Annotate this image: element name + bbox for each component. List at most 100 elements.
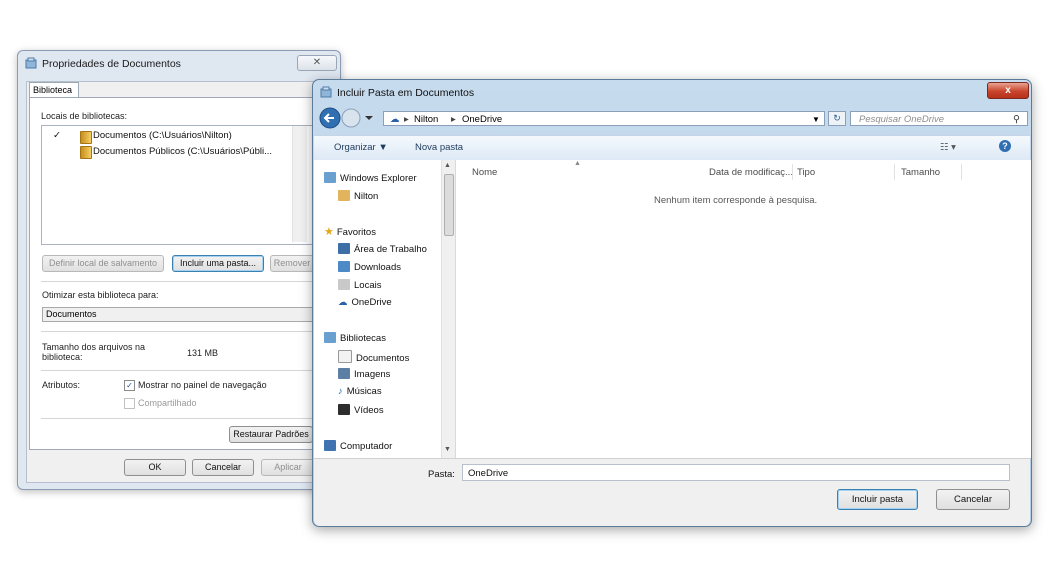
- computer-icon: [324, 440, 336, 451]
- location-item[interactable]: Documentos (C:\Usuários\Nilton): [93, 130, 232, 141]
- column-header-name[interactable]: Nome: [472, 167, 497, 178]
- locations-scrollbar[interactable]: [292, 126, 307, 242]
- star-icon: ★: [324, 226, 334, 238]
- nav-item-images[interactable]: Imagens: [338, 368, 390, 380]
- set-save-location-button[interactable]: Definir local de salvamento: [42, 255, 164, 272]
- cancel-button[interactable]: Cancelar: [936, 489, 1010, 510]
- location-item[interactable]: Documentos Públicos (C:\Usuários\Públi..…: [93, 146, 272, 157]
- breadcrumb-item[interactable]: Nilton: [414, 112, 438, 127]
- new-folder-button[interactable]: Nova pasta: [415, 142, 463, 153]
- nav-item-libraries[interactable]: Bibliotecas: [324, 332, 386, 344]
- forward-button[interactable]: [342, 108, 361, 128]
- optimize-select[interactable]: Documentos: [42, 307, 314, 322]
- downloads-icon: [338, 261, 350, 272]
- column-header-size[interactable]: Tamanho: [901, 167, 940, 178]
- nav-label: Computador: [340, 441, 393, 452]
- folder-label: Pasta:: [428, 469, 455, 480]
- shared-checkbox[interactable]: [124, 398, 135, 409]
- nav-item-computer[interactable]: Computador: [324, 440, 392, 452]
- toolbar: Organizar ▼ Nova pasta ☷ ▾ ?: [314, 135, 1030, 161]
- documents-icon: [338, 350, 352, 363]
- refresh-button[interactable]: ↻: [828, 111, 846, 126]
- dialog-footer: Pasta: OneDrive Incluir pasta Cancelar: [314, 458, 1030, 526]
- restore-defaults-button[interactable]: Restaurar Padrões: [229, 426, 313, 443]
- nav-item-music[interactable]: ♪ Músicas: [338, 386, 382, 397]
- nav-item-favorites[interactable]: ★ Favoritos: [324, 225, 376, 238]
- sort-icon: ▲: [574, 160, 581, 167]
- size-label: Tamanho dos arquivos na biblioteca:: [42, 342, 146, 362]
- folder-icon: [80, 131, 92, 144]
- dialog-title: Propriedades de Documentos: [42, 58, 181, 70]
- nav-scrollbar[interactable]: ▲ ▼: [441, 160, 455, 458]
- divider: [41, 281, 313, 282]
- breadcrumb-item[interactable]: OneDrive: [462, 112, 502, 127]
- nav-item-videos[interactable]: Vídeos: [338, 404, 384, 416]
- address-bar[interactable]: ☁ ▸ Nilton ▸ OneDrive ▼: [383, 111, 825, 126]
- search-placeholder: Pesquisar OneDrive: [859, 114, 945, 125]
- optimize-value: Documentos: [46, 309, 97, 319]
- locations-label: Locais de bibliotecas:: [41, 111, 128, 121]
- remove-button[interactable]: Remover: [270, 255, 314, 272]
- folder-input[interactable]: OneDrive: [462, 464, 1010, 481]
- desktop-icon: [338, 243, 350, 254]
- cancel-button[interactable]: Cancelar: [192, 459, 254, 476]
- view-options-icon[interactable]: ☷ ▾: [940, 142, 956, 153]
- nav-item-windows-explorer[interactable]: Windows Explorer: [324, 172, 417, 184]
- nav-label: Bibliotecas: [340, 333, 386, 344]
- scroll-thumb[interactable]: [444, 174, 454, 236]
- search-icon: ⚲: [1013, 114, 1020, 125]
- nav-item-desktop[interactable]: Área de Trabalho: [338, 243, 427, 255]
- search-input[interactable]: Pesquisar OneDrive ⚲: [850, 111, 1028, 126]
- nav-item-user[interactable]: Nilton: [338, 190, 378, 202]
- videos-icon: [338, 404, 350, 415]
- nav-item-documents[interactable]: Documentos: [338, 350, 409, 364]
- onedrive-icon: ☁: [390, 114, 400, 125]
- nav-label: Downloads: [354, 262, 401, 273]
- show-in-nav-label: Mostrar no painel de navegação: [138, 380, 267, 390]
- user-folder-icon: [338, 190, 350, 201]
- nav-item-downloads[interactable]: Downloads: [338, 261, 401, 273]
- help-icon[interactable]: ?: [999, 140, 1011, 152]
- tab-biblioteca[interactable]: Biblioteca: [29, 82, 79, 98]
- include-folder-button[interactable]: Incluir pasta: [837, 489, 918, 510]
- scroll-down-icon[interactable]: ▼: [444, 446, 451, 453]
- images-icon: [338, 368, 350, 379]
- library-icon: [25, 57, 37, 69]
- navigation-pane: Windows Explorer Nilton ★ Favoritos Área …: [314, 160, 441, 458]
- column-divider: [961, 164, 962, 180]
- nav-label: OneDrive: [351, 297, 392, 308]
- location-check-icon: ✓: [53, 130, 61, 141]
- close-button[interactable]: ✕: [297, 55, 337, 71]
- music-icon: ♪: [338, 386, 343, 397]
- shared-label: Compartilhado: [138, 398, 197, 408]
- column-divider: [792, 164, 793, 180]
- onedrive-icon: ☁: [338, 297, 348, 308]
- scroll-up-icon[interactable]: ▲: [444, 162, 451, 169]
- nav-label: Locais: [354, 280, 382, 291]
- empty-message: Nenhum item corresponde à pesquisa.: [654, 195, 818, 206]
- column-header-type[interactable]: Tipo: [797, 167, 815, 178]
- show-in-nav-checkbox[interactable]: ✓: [124, 380, 135, 391]
- nav-label: Favoritos: [336, 227, 376, 238]
- organize-button[interactable]: Organizar ▼: [334, 142, 388, 153]
- chevron-right-icon: ▸: [404, 114, 409, 125]
- column-header-date[interactable]: Data de modificaç...: [709, 167, 793, 178]
- nav-label: Windows Explorer: [340, 173, 417, 184]
- nav-item-onedrive[interactable]: ☁ OneDrive: [338, 297, 392, 308]
- chevron-down-icon[interactable]: ▼: [812, 112, 820, 127]
- nav-label: Nilton: [354, 191, 379, 202]
- folder-icon: [80, 146, 92, 159]
- nav-label: Músicas: [346, 386, 382, 397]
- nav-item-locais[interactable]: Locais: [338, 279, 381, 291]
- close-button[interactable]: x: [987, 82, 1029, 99]
- folder-value: OneDrive: [468, 468, 509, 479]
- back-button[interactable]: [319, 107, 340, 129]
- divider: [41, 370, 313, 371]
- ok-button[interactable]: OK: [124, 459, 186, 476]
- apply-button[interactable]: Aplicar: [261, 459, 315, 476]
- dialog-title: Incluir Pasta em Documentos: [337, 87, 475, 99]
- file-list-area: Nome ▲ Data de modificaç... Tipo Tamanho…: [455, 160, 1031, 458]
- library-icon: [320, 86, 332, 98]
- refresh-icon: ↻: [833, 113, 841, 123]
- include-folder-button[interactable]: Incluir uma pasta...: [172, 255, 264, 272]
